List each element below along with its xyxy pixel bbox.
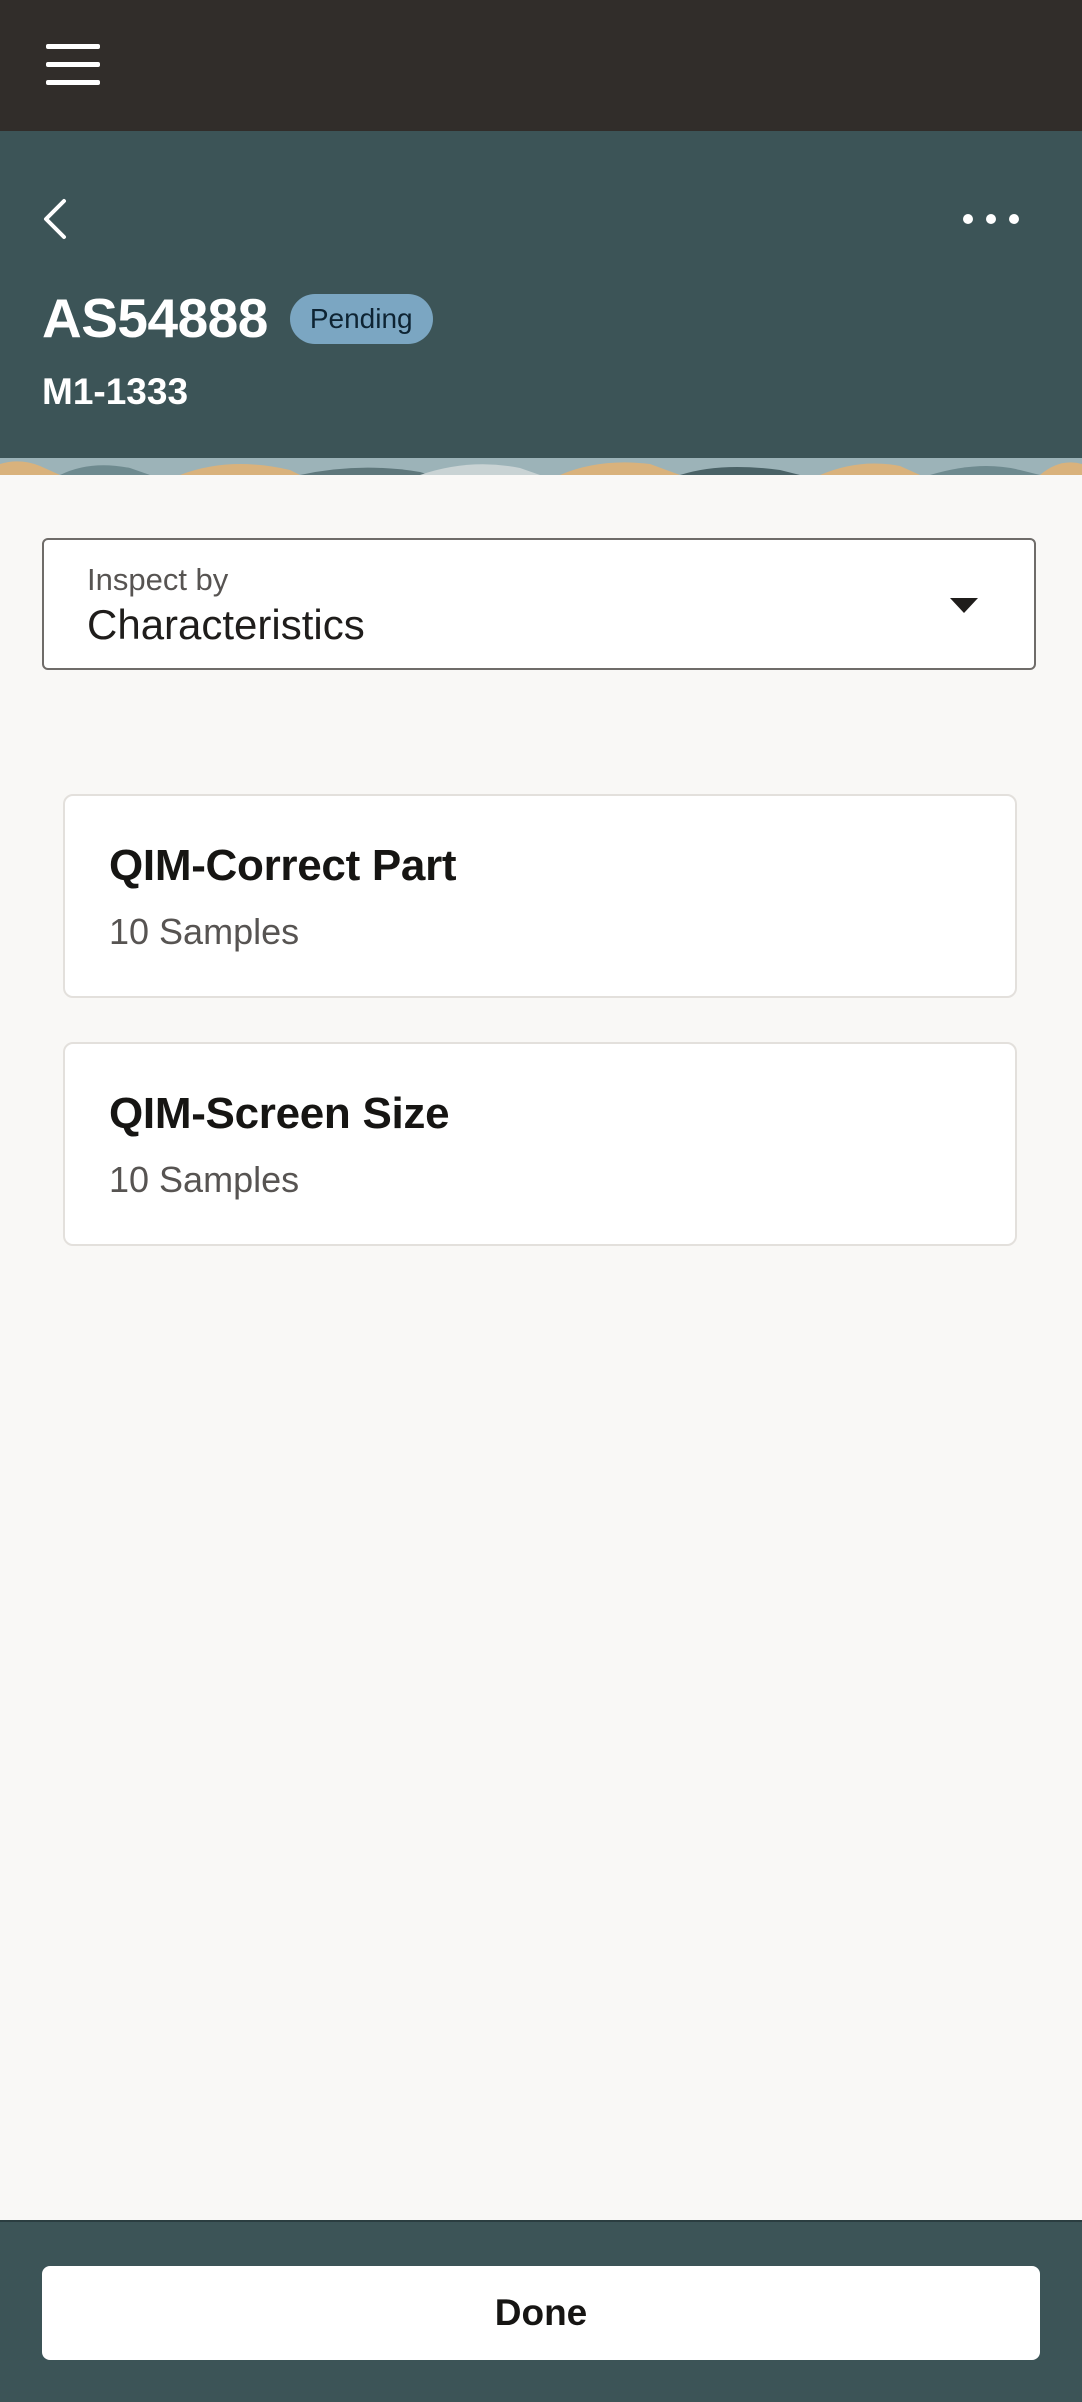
done-button[interactable]: Done [42,2266,1040,2360]
footer-bar: Done [0,2220,1082,2402]
header-decorative-pattern [0,458,1082,475]
status-badge: Pending [289,293,433,344]
caret-down-icon [950,598,978,613]
page-title: AS54888 [42,287,268,349]
characteristic-card[interactable]: QIM-Correct Part 10 Samples [63,794,1017,998]
more-options-icon[interactable] [958,201,1024,237]
characteristic-samples: 10 Samples [109,1159,300,1200]
back-chevron-icon[interactable] [34,195,78,243]
page-header: AS54888 Pending M1-1333 [0,131,1082,475]
title-row: AS54888 Pending [42,291,433,346]
app-top-bar [0,0,1082,131]
characteristic-name: QIM-Correct Part [109,841,457,890]
characteristic-name: QIM-Screen Size [109,1089,450,1138]
page-subtitle: M1-1333 [42,371,189,412]
inspect-by-value: Characteristics [87,601,365,648]
inspect-by-label: Inspect by [87,562,229,597]
inspect-by-select[interactable]: Inspect by Characteristics [42,538,1036,670]
characteristic-card[interactable]: QIM-Screen Size 10 Samples [63,1042,1017,1246]
hamburger-menu-icon[interactable] [46,44,100,86]
characteristic-samples: 10 Samples [109,911,300,952]
